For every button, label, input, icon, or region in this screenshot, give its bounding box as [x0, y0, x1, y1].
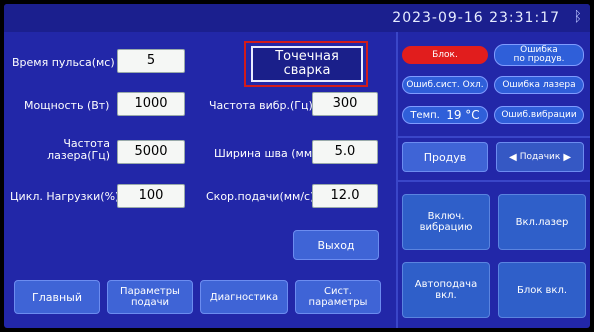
- purge-button[interactable]: Продув: [402, 142, 488, 172]
- datetime-display: 2023-09-16 23:31:17: [392, 10, 560, 26]
- autofeed-line1: Автоподача: [414, 279, 478, 290]
- feeder-label: Подачик: [519, 151, 561, 162]
- cooling-error-label: Ошиб.сист. Охл.: [406, 79, 484, 90]
- spot-weld-line2: сварка: [283, 63, 331, 78]
- vib-freq-label: Частота вибр.(Гц): [209, 99, 313, 112]
- temperature-indicator: Темп. 19 °C: [402, 106, 488, 124]
- power-label: Мощность (Вт): [24, 99, 110, 112]
- pulse-time-field[interactable]: 5: [117, 49, 185, 73]
- feed-error-line2: по продув.: [513, 54, 565, 64]
- laser-error-label: Ошибка лазера: [502, 79, 576, 90]
- nav-diagnostics-button[interactable]: Диагностика: [200, 280, 288, 314]
- laser-freq-label-line2: лазера(Гц): [47, 149, 110, 162]
- seam-width-label: Ширина шва (мм): [214, 147, 317, 160]
- spot-weld-line1: Точечная: [275, 49, 339, 64]
- feeder-selector[interactable]: ◀ Подачик ▶: [496, 142, 584, 172]
- bluetooth-icon: ᛒ: [573, 9, 582, 25]
- spot-weld-button[interactable]: Точечная сварка: [251, 46, 363, 82]
- duty-cycle-label: Цикл. Нагрузки(%): [10, 190, 120, 203]
- vibration-on-button[interactable]: Включ. вибрацию: [402, 194, 490, 250]
- lock-on-button[interactable]: Блок вкл.: [498, 262, 586, 318]
- laser-error-indicator: Ошибка лазера: [494, 76, 584, 94]
- autofeed-on-button[interactable]: Автоподача вкл.: [402, 262, 490, 318]
- nav-feed-params-line1: Параметры: [120, 286, 180, 297]
- status-bar: 2023-09-16 23:31:17 ᛒ: [4, 4, 590, 32]
- feed-speed-label: Скор.подачи(мм/с): [206, 190, 315, 203]
- hmi-screen: 2023-09-16 23:31:17 ᛒ Время пульса(мс) 5…: [4, 4, 590, 328]
- vibration-on-line2: вибрацию: [419, 222, 473, 233]
- nav-sys-params-line1: Сист.: [324, 286, 352, 297]
- vibration-error-indicator: Ошиб.вибрации: [494, 106, 584, 124]
- nav-sys-params-button[interactable]: Сист. параметры: [295, 280, 381, 314]
- vibration-on-line1: Включ.: [427, 211, 465, 222]
- nav-sys-params-line2: параметры: [308, 297, 368, 308]
- chevron-right-icon[interactable]: ▶: [563, 152, 571, 163]
- right-panel-divider-1: [396, 136, 590, 138]
- nav-feed-params-button[interactable]: Параметры подачи: [107, 280, 193, 314]
- lock-on-label: Блок вкл.: [516, 284, 568, 296]
- duty-cycle-field[interactable]: 100: [117, 184, 185, 208]
- chevron-left-icon[interactable]: ◀: [509, 152, 517, 163]
- nav-main-button[interactable]: Главный: [14, 280, 100, 314]
- nav-diagnostics-label: Диагностика: [209, 291, 279, 303]
- nav-main-label: Главный: [32, 290, 82, 304]
- vib-freq-field[interactable]: 300: [312, 92, 378, 116]
- feed-error-indicator: Ошибка по продув.: [494, 44, 584, 66]
- exit-label: Выход: [317, 238, 355, 252]
- seam-width-field[interactable]: 5.0: [312, 140, 378, 164]
- laser-freq-field[interactable]: 5000: [117, 140, 185, 164]
- exit-button[interactable]: Выход: [293, 230, 379, 260]
- block-indicator-label: Блок.: [432, 49, 458, 60]
- pulse-time-label: Время пульса(мс): [12, 56, 115, 69]
- laser-on-label: Вкл.лазер: [515, 216, 569, 228]
- temperature-value: 19 °C: [446, 107, 480, 122]
- right-panel-divider-2: [396, 180, 590, 182]
- cooling-error-indicator: Ошиб.сист. Охл.: [402, 76, 488, 94]
- vibration-error-label: Ошиб.вибрации: [501, 109, 577, 120]
- feed-speed-field[interactable]: 12.0: [312, 184, 378, 208]
- autofeed-line2: вкл.: [435, 290, 457, 301]
- block-indicator: Блок.: [402, 46, 488, 64]
- power-field[interactable]: 1000: [117, 92, 185, 116]
- nav-feed-params-line2: подачи: [130, 297, 170, 308]
- temperature-label: Темп.: [410, 109, 440, 121]
- purge-label: Продув: [423, 150, 467, 164]
- laser-on-button[interactable]: Вкл.лазер: [498, 194, 586, 250]
